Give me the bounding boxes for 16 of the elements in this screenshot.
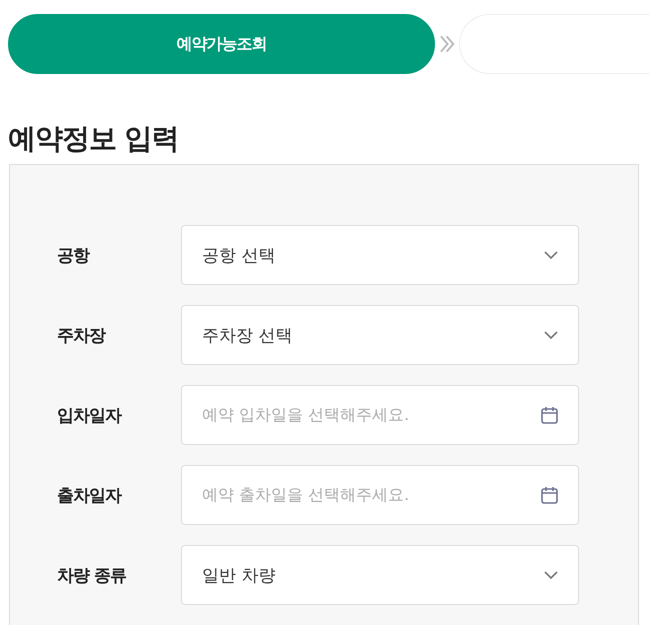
field-label: 공항 <box>57 244 90 266</box>
chevron-down-icon <box>544 331 558 339</box>
field-label: 차량 종류 <box>57 564 127 586</box>
double-chevron-icon <box>440 35 456 53</box>
calendar-icon <box>541 486 558 504</box>
select-dropdown[interactable]: 일반 차량 <box>181 545 579 605</box>
chevron-down-icon <box>544 251 558 259</box>
select-dropdown[interactable]: 공항 선택 <box>181 225 579 285</box>
field-label: 주차장 <box>57 324 106 346</box>
select-dropdown[interactable]: 주차장 선택 <box>181 305 579 365</box>
step-tab[interactable]: 예약가능조회 <box>8 14 436 74</box>
field-label: 출차일자 <box>57 484 122 506</box>
field-label: 입차일자 <box>57 404 122 426</box>
calendar-icon <box>541 406 558 424</box>
chevron-down-icon <box>544 571 558 579</box>
section-heading: 예약정보 입력 <box>8 121 180 157</box>
